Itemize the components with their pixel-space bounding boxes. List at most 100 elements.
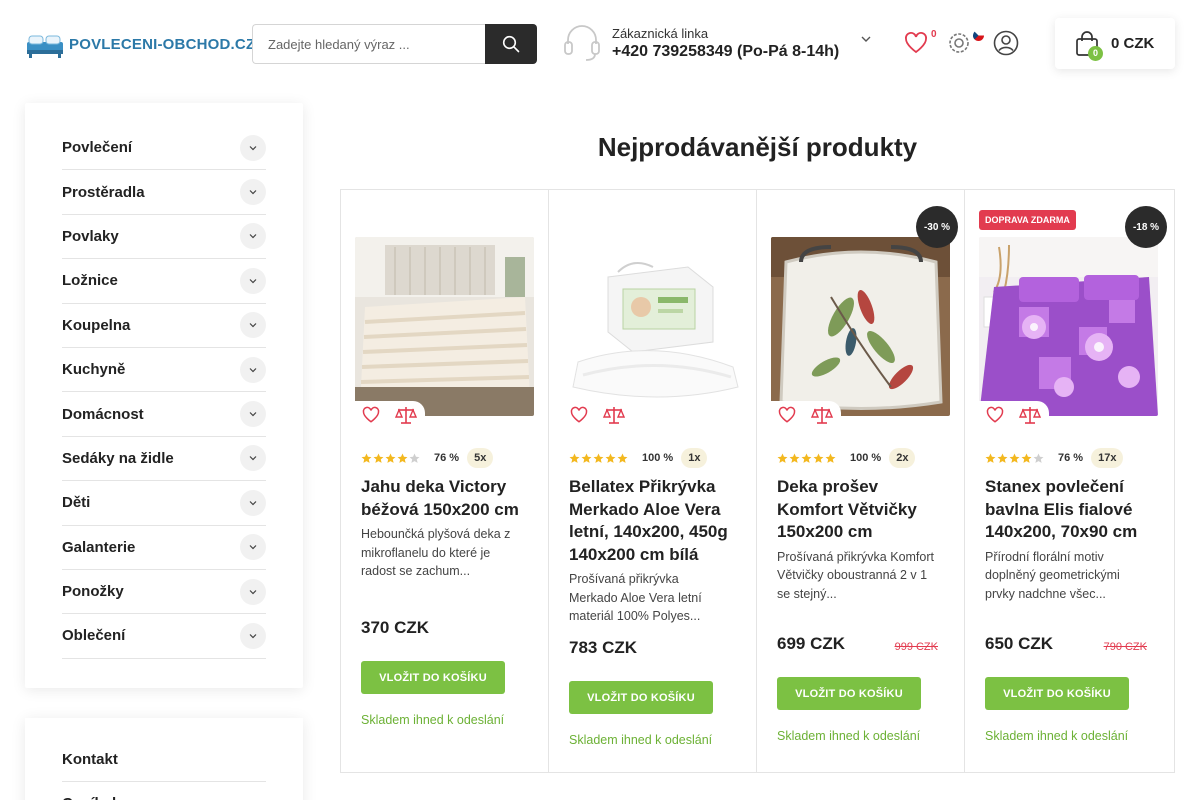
site-logo[interactable]: POVLECENI-OBCHOD.CZ <box>25 28 255 60</box>
product-card: 76 % 5x Jahu deka Victory béžová 150x200 c… <box>341 190 549 772</box>
star-icon <box>397 453 408 463</box>
star-icon <box>581 453 592 463</box>
search-input[interactable] <box>252 24 485 64</box>
product-name-link[interactable]: Deka prošev Komfort Větvičky 150x200 cm <box>777 476 947 544</box>
chevron-down-icon <box>249 412 257 417</box>
heart-icon[interactable] <box>361 406 381 424</box>
rating-stars <box>985 453 1044 464</box>
add-to-cart-button[interactable]: VLOŽIT DO KOŠÍKU <box>361 661 505 694</box>
product-image[interactable] <box>771 237 950 416</box>
star-icon <box>985 453 996 463</box>
product-card: -30 % 100 % 2x Deka prošev Komfort Větvičky… <box>757 190 965 772</box>
discount-badge: -18 % <box>1125 206 1167 248</box>
search-bar <box>252 24 537 64</box>
settings-icon <box>949 33 969 53</box>
sidebar-category-item[interactable]: Povlaky <box>62 215 266 260</box>
star-icon <box>617 453 628 463</box>
wishlist-count: 0 <box>931 29 937 40</box>
add-to-cart-button[interactable]: VLOŽIT DO KOŠÍKU <box>985 677 1129 710</box>
star-icon <box>605 453 616 463</box>
contact-phone: +420 739258349 (Po-Pá 8-14h) <box>612 42 840 60</box>
product-rating: 100 % 1x <box>569 448 708 468</box>
chevron-down-icon <box>249 456 257 461</box>
sidebar-category-item[interactable]: Děti <box>62 481 266 526</box>
category-expand-toggle[interactable] <box>240 356 266 383</box>
sidebar-category-item[interactable]: Povlečení <box>62 126 266 171</box>
product-price: 699 CZK <box>777 634 846 653</box>
sidebar-category-item[interactable]: Ložnice <box>62 259 266 304</box>
add-to-cart-button[interactable]: VLOŽIT DO KOŠÍKU <box>569 681 713 714</box>
chevron-down-icon <box>249 234 257 239</box>
star-icon <box>1033 453 1044 463</box>
heart-icon[interactable] <box>569 406 589 424</box>
star-icon <box>385 453 396 463</box>
product-name-link[interactable]: Stanex povlečení bavlna Elis fialové 140… <box>985 476 1155 544</box>
product-price: 650 CZK <box>985 634 1054 653</box>
category-expand-toggle[interactable] <box>240 312 266 339</box>
cart-count-badge: 0 <box>1088 45 1103 61</box>
product-name-link[interactable]: Jahu deka Victory béžová 150x200 cm <box>361 476 531 521</box>
category-expand-toggle[interactable] <box>240 401 266 428</box>
account-button[interactable] <box>993 30 1019 56</box>
settings-button[interactable] <box>946 30 972 56</box>
compare-scale-icon[interactable] <box>603 405 625 425</box>
compare-scale-icon[interactable] <box>1019 405 1041 425</box>
category-expand-toggle[interactable] <box>240 445 266 472</box>
product-quick-actions <box>979 401 1049 429</box>
sidebar-category-item[interactable]: Sedáky na židle <box>62 437 266 482</box>
sidebar-category-label: Ponožky <box>62 583 124 601</box>
headset-icon <box>564 25 600 61</box>
product-card: DOPRAVA ZDARMA -18 % 76 % 17x Stanex povleče… <box>965 190 1173 772</box>
category-expand-toggle[interactable] <box>240 223 266 250</box>
product-image[interactable] <box>563 237 742 416</box>
category-expand-toggle[interactable] <box>240 134 266 161</box>
category-expand-toggle[interactable] <box>240 179 266 206</box>
sidebar-info-link[interactable]: Ceník dopravy <box>62 782 266 800</box>
category-expand-toggle[interactable] <box>240 578 266 605</box>
star-icon <box>373 453 384 463</box>
compare-scale-icon[interactable] <box>811 405 833 425</box>
section-title: Nejprodávanější produkty <box>597 132 918 162</box>
sidebar-category-label: Sedáky na židle <box>62 449 174 467</box>
sidebar-category-item[interactable]: Oblečení <box>62 614 266 659</box>
rating-stars <box>361 453 420 464</box>
add-to-cart-button[interactable]: VLOŽIT DO KOŠÍKU <box>777 677 921 710</box>
heart-icon[interactable] <box>777 406 797 424</box>
sidebar-category-item[interactable]: Galanterie <box>62 526 266 570</box>
rating-percent: 100 % <box>850 452 882 464</box>
product-price: 370 CZK <box>361 618 430 637</box>
category-expand-toggle[interactable] <box>240 534 266 561</box>
product-image[interactable] <box>355 237 534 416</box>
cart-button[interactable]: 0 0 CZK <box>1055 18 1175 69</box>
wishlist-button[interactable] <box>903 30 929 56</box>
chevron-down-icon[interactable] <box>859 32 873 46</box>
star-icon <box>409 453 420 463</box>
sidebar-category-item[interactable]: Prostěradla <box>62 170 266 215</box>
category-expand-toggle[interactable] <box>240 267 266 294</box>
product-name-link[interactable]: Bellatex Přikrývka Merkado Aloe Vera let… <box>569 476 739 566</box>
stock-status: Skladem ihned k odeslání <box>361 713 505 727</box>
sidebar-category-item[interactable]: Ponožky <box>62 570 266 615</box>
chevron-down-icon <box>249 589 257 594</box>
search-button[interactable] <box>485 24 537 64</box>
star-icon <box>1009 453 1020 463</box>
product-image[interactable] <box>979 237 1158 416</box>
sidebar-category-item[interactable]: Koupelna <box>62 304 266 348</box>
product-list: 76 % 5x Jahu deka Victory béžová 150x200 c… <box>340 189 1175 773</box>
sidebar-category-label: Kuchyně <box>62 361 126 379</box>
product-old-price: 999 CZK <box>894 641 938 653</box>
compare-scale-icon[interactable] <box>395 405 417 425</box>
user-icon <box>993 30 1019 56</box>
sidebar-category-label: Ložnice <box>62 272 118 290</box>
free-shipping-badge: DOPRAVA ZDARMA <box>979 210 1076 230</box>
heart-icon[interactable] <box>985 406 1005 424</box>
sidebar-category-label: Děti <box>62 494 91 512</box>
sidebar-info-link[interactable]: Kontakt <box>62 738 266 782</box>
sidebar-category-item[interactable]: Kuchyně <box>62 348 266 393</box>
product-rating: 100 % 2x <box>777 448 916 468</box>
chevron-down-icon <box>249 634 257 639</box>
category-expand-toggle[interactable] <box>240 622 266 649</box>
sidebar-category-item[interactable]: Domácnost <box>62 392 266 437</box>
customer-line[interactable]: Zákaznická linka +420 739258349 (Po-Pá 8… <box>562 24 839 62</box>
category-expand-toggle[interactable] <box>240 489 266 516</box>
